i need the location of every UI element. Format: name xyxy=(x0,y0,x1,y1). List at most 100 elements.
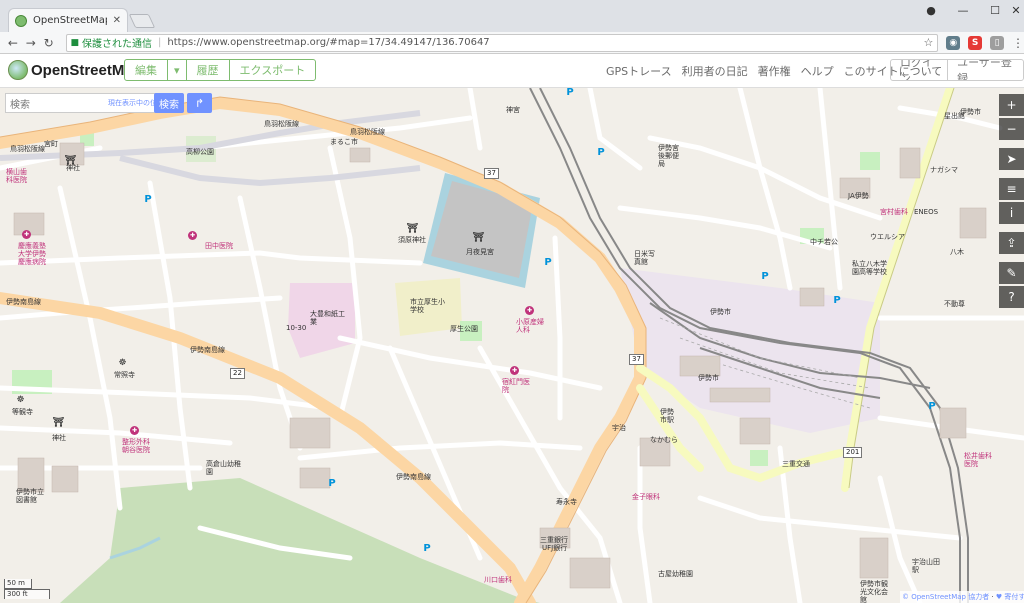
hospital-icon-3: ✚ xyxy=(188,231,197,240)
hospital-icon-1: ✚ xyxy=(525,306,534,315)
extension-s-icon[interactable]: S xyxy=(968,35,983,50)
route-shield-37b: 37 xyxy=(629,354,644,365)
label-kudan: 神社 xyxy=(66,164,80,172)
label-keio: 慶應義塾大学伊勢慶應病院 xyxy=(18,242,46,266)
label-hakka: 八木 xyxy=(950,248,964,256)
map-controls: + − ➤ ≡ i ⇪ ✎ ? xyxy=(999,94,1024,310)
edit-button-group: 編集 ▾ 履歴 エクスポート xyxy=(124,59,317,81)
signup-button[interactable]: ユーザー登録 xyxy=(948,60,1023,80)
history-button[interactable]: 履歴 xyxy=(187,60,230,80)
edit-button[interactable]: 編集 xyxy=(125,60,168,80)
profile-icon[interactable]: ● xyxy=(916,0,946,20)
label-kane: 10-30 xyxy=(286,324,307,332)
browser-tab[interactable]: OpenStreetMap ✕ xyxy=(8,8,128,32)
label-miyaji: 伊勢市 xyxy=(960,108,981,116)
search-button[interactable]: 検索 xyxy=(154,93,184,113)
attribution-copyright-link[interactable]: © OpenStreetMap 協力者 xyxy=(902,593,989,601)
query-icon[interactable]: ? xyxy=(999,286,1024,308)
note-icon[interactable]: ✎ xyxy=(999,262,1024,284)
label-jokenji: 常照寺 xyxy=(114,371,135,379)
parking-icon-8: P xyxy=(928,401,936,412)
close-window-button[interactable]: ✕ xyxy=(1008,0,1024,20)
new-tab-button[interactable] xyxy=(128,14,156,28)
url-text[interactable]: https://www.openstreetmap.org/#map=17/34… xyxy=(167,37,923,48)
label-ise-library: 伊勢市立図書館 xyxy=(16,488,44,504)
label-iseshi-post: 伊勢宮後郵便局 xyxy=(658,144,679,168)
label-nakano: 中チ若公 xyxy=(810,238,838,246)
locate-icon[interactable]: ➤ xyxy=(999,148,1024,170)
label-yamada-nursery: 高倉山幼稚園 xyxy=(206,460,241,476)
attribution: © OpenStreetMap 協力者 · ♥ 寄付する xyxy=(900,591,1024,603)
menu-icon[interactable]: ⋮ xyxy=(1012,36,1024,50)
label-jabank: JA伊勢 xyxy=(848,192,869,200)
login-button[interactable]: ログイン xyxy=(891,60,949,80)
park-area-6 xyxy=(750,450,768,466)
nav-help[interactable]: ヘルプ xyxy=(801,63,834,79)
layers-icon[interactable]: ≡ xyxy=(999,178,1024,200)
parking-icon-4: P xyxy=(544,257,552,268)
browser-titlebar: OpenStreetMap ✕ ● — ☐ ✕ xyxy=(0,0,1024,32)
extension-page-icon[interactable]: ▯ xyxy=(990,35,1004,50)
map-canvas[interactable]: 鳥羽松阪線 鳥羽松阪線 鳥羽松阪線 伊勢南島線 伊勢南島線 伊勢南島線 37 3… xyxy=(0,88,1024,603)
donate-link[interactable]: ♥ 寄付する xyxy=(996,593,1024,601)
label-tomio: 高柳公園 xyxy=(186,148,214,156)
label-tanaka: 田中医院 xyxy=(205,242,233,250)
lock-icon: ■ xyxy=(70,37,80,48)
park-area-4 xyxy=(860,152,880,170)
export-button[interactable]: エクスポート xyxy=(230,60,316,80)
parking-icon-1: P xyxy=(144,194,152,205)
label-shiho: 日米写真館 xyxy=(634,250,655,266)
road-label-4: 伊勢南島線 xyxy=(6,298,41,306)
secure-label: 保護された通信 xyxy=(82,39,153,50)
label-sandai: 三重銀行 xyxy=(540,536,568,544)
browser-toolbar: ← → ↻ ■ 保護された通信 | https://www.openstreet… xyxy=(0,32,1024,54)
hospital-icon-5: ✚ xyxy=(130,426,139,435)
label-yamamoto: 寿永寺 xyxy=(556,498,577,506)
parking-icon-5: P xyxy=(566,88,574,98)
label-ise-city: 伊勢市 xyxy=(698,374,719,382)
zoom-in-icon[interactable]: + xyxy=(999,94,1024,116)
label-shukumon: 宿紅門医院 xyxy=(502,378,530,394)
parking-icon-9: P xyxy=(597,147,605,158)
nav-copyright[interactable]: 著作権 xyxy=(758,63,791,79)
label-ise-city-station: 伊勢市駅 xyxy=(660,408,674,424)
label-kawaguchi: 川口歯科 xyxy=(484,576,512,584)
label-shrine-hosho: 宇治 xyxy=(612,424,626,432)
directions-icon[interactable]: ↱ xyxy=(187,93,212,113)
back-icon[interactable]: ← xyxy=(4,36,22,50)
nav-user-diaries[interactable]: 利用者の日記 xyxy=(682,63,748,79)
url-separator: | xyxy=(158,37,162,48)
auth-button-group: ログイン ユーザー登録 xyxy=(890,59,1024,81)
address-bar[interactable]: ■ 保護された通信 | https://www.openstreetmap.or… xyxy=(65,33,939,52)
label-jinguu: 神宮 xyxy=(506,106,520,114)
share-icon[interactable]: ⇪ xyxy=(999,232,1024,254)
hospital-icon-4: ✚ xyxy=(22,230,31,239)
edit-dropdown-chevron-down-icon[interactable]: ▾ xyxy=(168,60,187,80)
zoom-out-icon[interactable]: − xyxy=(999,118,1024,140)
scale-bar: 50 m 300 ft xyxy=(4,579,50,599)
reload-icon[interactable]: ↻ xyxy=(40,36,58,50)
forward-icon[interactable]: → xyxy=(22,36,40,50)
star-icon[interactable]: ☆ xyxy=(923,36,933,49)
minimize-button[interactable]: — xyxy=(948,0,978,20)
search-placeholder: 検索 xyxy=(10,99,30,111)
road-label-1: 鳥羽松阪線 xyxy=(10,145,45,153)
extension-eye-icon[interactable]: ◉ xyxy=(946,35,961,50)
osm-logo-icon[interactable] xyxy=(8,60,28,80)
parking-icon-6: P xyxy=(761,271,769,282)
road-label-2: 鳥羽松阪線 xyxy=(264,120,299,128)
tab-close-icon[interactable]: ✕ xyxy=(113,15,121,26)
road-label-6: 伊勢南島線 xyxy=(396,473,431,481)
torii-icon-2: ⛩ xyxy=(406,223,419,234)
label-sugawara: 須原神社 xyxy=(398,236,426,244)
osm-favicon-icon xyxy=(15,14,27,27)
info-icon[interactable]: i xyxy=(999,202,1024,224)
parking-icon-3: P xyxy=(423,543,431,554)
maximize-button[interactable]: ☐ xyxy=(980,0,1010,20)
label-eneos: ENEOS xyxy=(914,208,939,216)
nav-gps-traces[interactable]: GPSトレース xyxy=(606,63,672,79)
label-elementary: 市立厚生小学校 xyxy=(410,298,445,314)
temple-icon-2: ☸ xyxy=(16,394,25,405)
temple-icon-1: ☸ xyxy=(118,357,127,368)
label-nagomi: 整形外科朝谷医院 xyxy=(122,438,150,454)
